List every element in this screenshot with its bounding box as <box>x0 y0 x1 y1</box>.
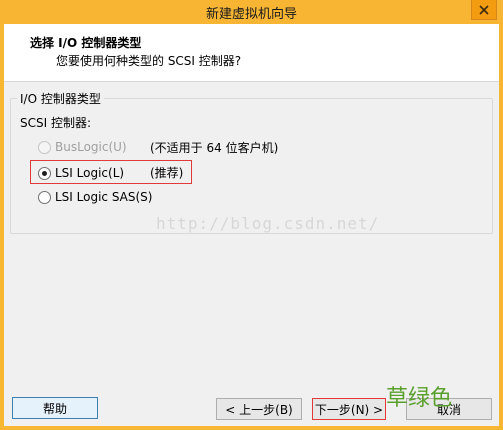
wizard-header: 选择 I/O 控制器类型 您要使用何种类型的 SCSI 控制器? <box>4 24 499 82</box>
group-legend: I/O 控制器类型 <box>17 90 104 107</box>
selection-highlight <box>30 160 192 184</box>
radio-buslogic[interactable]: BusLogic(U) <box>38 140 127 154</box>
next-button[interactable]: 下一步(N) > <box>312 398 386 420</box>
back-button[interactable]: < 上一步(B) <box>216 398 302 420</box>
radio-indicator <box>38 140 51 154</box>
page-subtitle: 您要使用何种类型的 SCSI 控制器? <box>56 54 242 68</box>
brand-watermark: 草绿色 <box>386 386 453 411</box>
help-button[interactable]: 帮助 <box>12 397 98 419</box>
window-title: 新建虚拟机向导 <box>205 7 297 22</box>
radio-indicator <box>38 190 51 204</box>
watermark-text: http://blog.csdn.net/ <box>156 214 380 233</box>
scsi-controller-label: SCSI 控制器: <box>20 116 92 130</box>
title-bar: 新建虚拟机向导 <box>0 0 503 24</box>
wizard-content: 选择 I/O 控制器类型 您要使用何种类型的 SCSI 控制器? I/O 控制器… <box>4 24 499 426</box>
radio-label-lsi-logic-sas: LSI Logic SAS(S) <box>55 190 153 204</box>
radio-label-buslogic: BusLogic(U) <box>55 140 127 154</box>
page-title: 选择 I/O 控制器类型 <box>30 36 142 50</box>
radio-lsi-logic-sas[interactable]: LSI Logic SAS(S) <box>38 190 152 204</box>
close-icon <box>479 4 489 15</box>
wizard-window: 新建虚拟机向导 选择 I/O 控制器类型 您要使用何种类型的 SCSI 控制器?… <box>0 0 503 430</box>
buslogic-note: (不适用于 64 位客户机) <box>150 141 279 155</box>
close-button[interactable] <box>471 0 497 20</box>
